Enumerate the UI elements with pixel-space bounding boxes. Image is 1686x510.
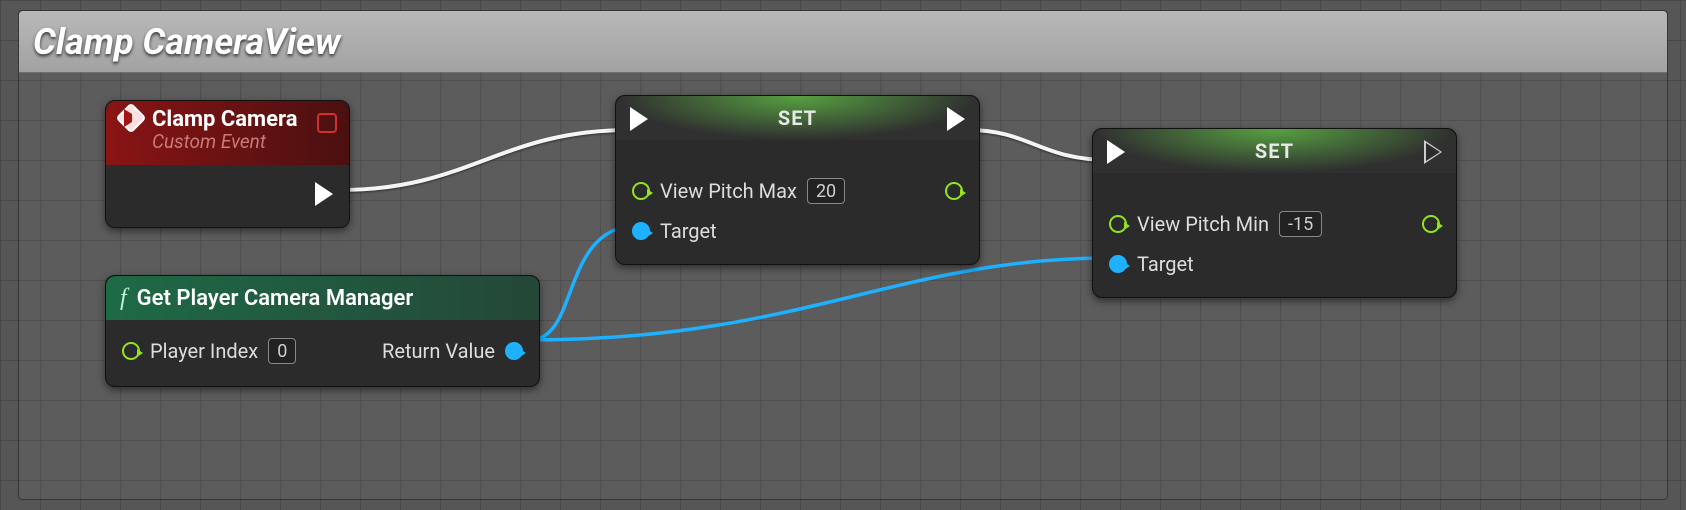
exec-in-pin[interactable] — [1107, 140, 1125, 164]
node-clamp-camera-event[interactable]: Clamp Camera Custom Event — [105, 100, 350, 228]
node-subtitle: Custom Event — [152, 130, 297, 153]
node-get-player-camera-manager[interactable]: f Get Player Camera Manager Player Index… — [105, 275, 540, 387]
float-pin-icon — [1109, 215, 1127, 233]
view-pitch-min-input-pin[interactable]: View Pitch Min -15 — [1109, 211, 1322, 237]
node-set-view-pitch-max[interactable]: SET View Pitch Max 20 Target — [615, 95, 980, 265]
node-header[interactable]: Clamp Camera Custom Event — [106, 101, 349, 165]
return-value-output-pin[interactable]: Return Value — [382, 339, 523, 363]
float-pin-icon — [632, 182, 650, 200]
float-output-pin[interactable] — [1422, 215, 1440, 233]
object-pin-icon — [632, 222, 650, 240]
pin-label: View Pitch Max — [660, 179, 797, 203]
delegate-pin[interactable] — [317, 113, 337, 133]
float-pin-icon — [1422, 215, 1440, 233]
view-pitch-max-input-pin[interactable]: View Pitch Max 20 — [632, 178, 845, 204]
float-pin-icon — [122, 342, 140, 360]
node-header[interactable]: f Get Player Camera Manager — [106, 276, 539, 320]
exec-in-pin[interactable] — [630, 107, 648, 131]
pin-label: Return Value — [382, 339, 495, 363]
comment-header[interactable]: Clamp CameraView — [19, 11, 1667, 73]
exec-out-pin[interactable] — [947, 107, 965, 131]
exec-arrow-icon — [315, 182, 333, 206]
view-pitch-min-value[interactable]: -15 — [1279, 211, 1322, 237]
exec-arrow-icon — [630, 107, 648, 131]
pin-label: Player Index — [150, 339, 258, 363]
object-pin-icon — [1109, 255, 1127, 273]
node-set-view-pitch-min[interactable]: SET View Pitch Min -15 Target — [1092, 128, 1457, 298]
target-input-pin[interactable]: Target — [1109, 252, 1194, 276]
player-index-value[interactable]: 0 — [268, 338, 296, 364]
comment-title: Clamp CameraView — [33, 21, 341, 63]
exec-out-pin[interactable] — [315, 182, 333, 206]
float-pin-icon — [945, 182, 963, 200]
player-index-input-pin[interactable]: Player Index 0 — [122, 338, 296, 364]
object-pin-icon — [505, 342, 523, 360]
target-input-pin[interactable]: Target — [632, 219, 717, 243]
pin-label: Target — [1137, 252, 1194, 276]
exec-arrow-icon — [1424, 140, 1442, 164]
float-output-pin[interactable] — [945, 182, 963, 200]
pin-label: Target — [660, 219, 717, 243]
exec-out-pin[interactable] — [1424, 140, 1442, 164]
function-icon: f — [120, 285, 127, 312]
node-title: Get Player Camera Manager — [137, 286, 414, 311]
node-title: Clamp Camera — [152, 107, 297, 132]
exec-arrow-icon — [1107, 140, 1125, 164]
custom-event-icon — [115, 102, 146, 133]
pin-label: View Pitch Min — [1137, 212, 1269, 236]
exec-arrow-icon — [947, 107, 965, 131]
view-pitch-max-value[interactable]: 20 — [807, 178, 845, 204]
